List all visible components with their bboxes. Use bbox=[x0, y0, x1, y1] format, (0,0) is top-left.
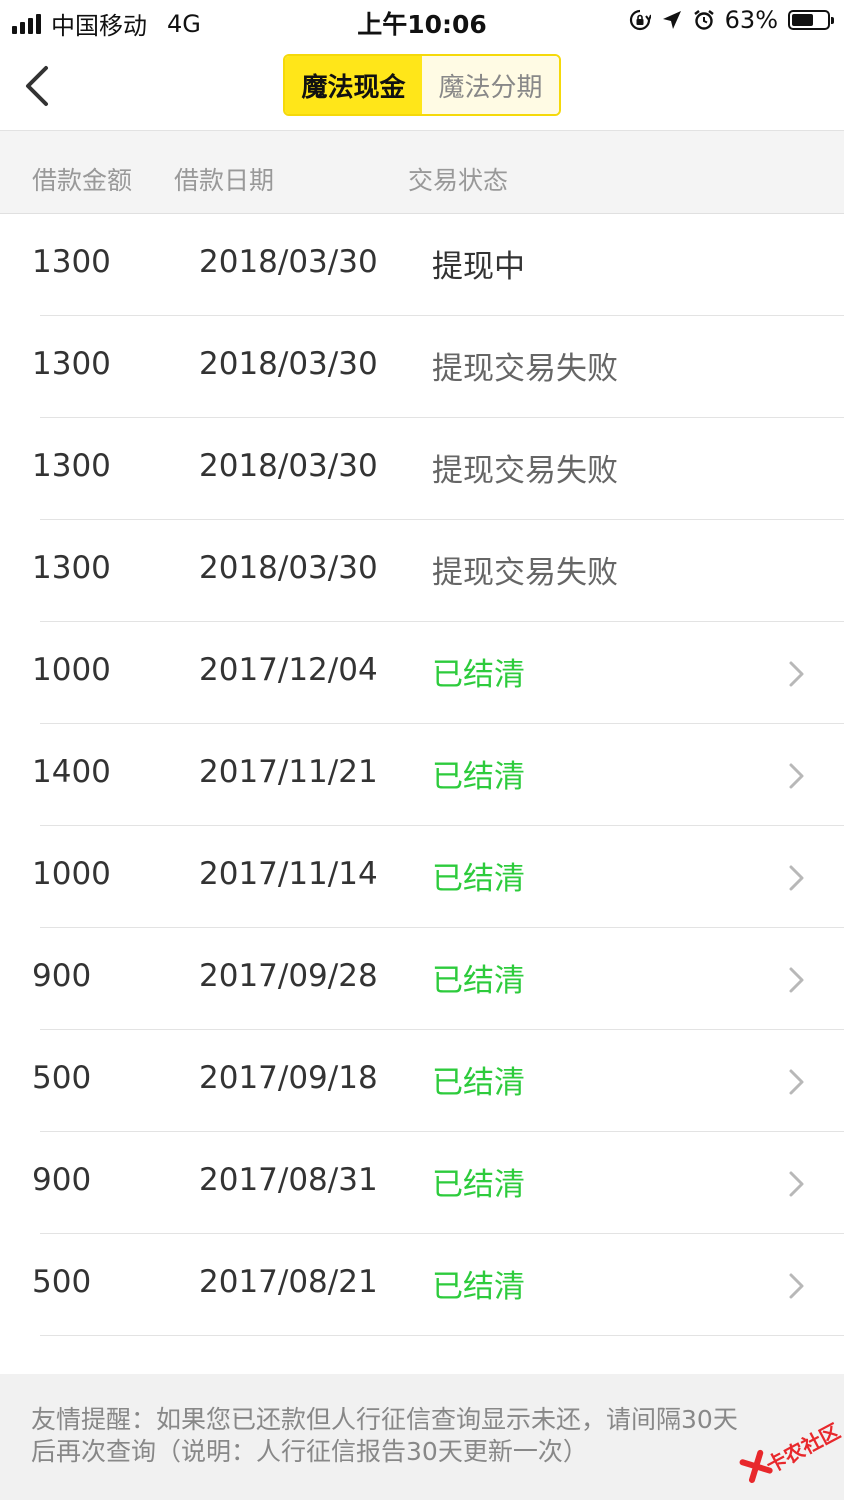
header-loan-date: 借款日期 bbox=[174, 166, 275, 195]
chevron-right-icon[interactable] bbox=[788, 966, 806, 994]
notice-line-1: 友情提醒：如果您已还款但人行征信查询显示未还，请间隔30天 bbox=[31, 1405, 738, 1434]
header-transaction-status: 交易状态 bbox=[408, 166, 509, 195]
row-status: 已结清 bbox=[432, 963, 525, 999]
row-amount: 1300 bbox=[32, 346, 111, 382]
row-status: 提现交易失败 bbox=[432, 555, 618, 591]
row-date: 2018/03/30 bbox=[199, 244, 378, 280]
row-amount: 1000 bbox=[32, 856, 111, 892]
table-row[interactable]: 500 2017/09/18 已结清 bbox=[0, 1030, 844, 1132]
row-date: 2017/09/18 bbox=[199, 1060, 378, 1096]
table-row[interactable]: 1000 2017/12/04 已结清 bbox=[0, 622, 844, 724]
chevron-right-icon[interactable] bbox=[788, 762, 806, 790]
row-date: 2017/11/21 bbox=[199, 754, 378, 790]
row-date: 2017/11/14 bbox=[199, 856, 378, 892]
row-amount: 1000 bbox=[32, 652, 111, 688]
alarm-icon bbox=[693, 10, 714, 30]
row-status: 提现交易失败 bbox=[432, 351, 618, 387]
chevron-right-icon[interactable] bbox=[788, 1068, 806, 1096]
row-status: 已结清 bbox=[432, 1269, 525, 1305]
row-date: 2017/08/31 bbox=[199, 1162, 378, 1198]
table-header: 借款金额 借款日期 交易状态 bbox=[0, 131, 844, 214]
row-date: 2018/03/30 bbox=[199, 346, 378, 382]
chevron-right-icon[interactable] bbox=[788, 660, 806, 688]
table-row: 1300 2018/03/30 提现交易失败 bbox=[0, 316, 844, 418]
row-amount: 1300 bbox=[32, 448, 111, 484]
battery-cap bbox=[831, 17, 834, 24]
status-right: 63% bbox=[629, 6, 834, 34]
table-row[interactable]: 500 2017/08/21 已结清 bbox=[0, 1234, 844, 1336]
table-row[interactable]: 900 2017/09/28 已结清 bbox=[0, 928, 844, 1030]
loan-list: 1300 2018/03/30 提现中 1300 2018/03/30 提现交易失败 130… bbox=[0, 214, 844, 1336]
row-status: 提现中 bbox=[432, 249, 525, 285]
row-status: 已结清 bbox=[432, 1065, 525, 1101]
row-status: 已结清 bbox=[432, 657, 525, 693]
row-status: 提现交易失败 bbox=[432, 453, 618, 489]
battery-percent: 63% bbox=[724, 6, 778, 34]
chevron-right-icon[interactable] bbox=[788, 1170, 806, 1198]
row-date: 2017/09/28 bbox=[199, 958, 378, 994]
tab-magic-cash[interactable]: 魔法现金 bbox=[285, 56, 422, 114]
table-row: 1300 2018/03/30 提现交易失败 bbox=[0, 418, 844, 520]
table-row: 1300 2018/03/30 提现交易失败 bbox=[0, 520, 844, 622]
row-amount: 1300 bbox=[32, 550, 111, 586]
table-row[interactable]: 1000 2017/11/14 已结清 bbox=[0, 826, 844, 928]
table-row[interactable]: 900 2017/08/31 已结清 bbox=[0, 1132, 844, 1234]
row-status: 已结清 bbox=[432, 861, 525, 897]
row-date: 2017/12/04 bbox=[199, 652, 378, 688]
row-date: 2017/08/21 bbox=[199, 1264, 378, 1300]
row-amount: 500 bbox=[32, 1060, 92, 1096]
nav-bar: 魔法现金 魔法分期 bbox=[0, 42, 844, 131]
header-loan-amount: 借款金额 bbox=[32, 166, 133, 195]
segmented-control: 魔法现金 魔法分期 bbox=[283, 54, 561, 116]
back-chevron-icon[interactable] bbox=[18, 62, 58, 110]
row-amount: 900 bbox=[32, 1162, 92, 1198]
table-row: 1300 2018/03/30 提现中 bbox=[0, 214, 844, 316]
battery-icon bbox=[788, 10, 834, 30]
row-date: 2018/03/30 bbox=[199, 550, 378, 586]
table-row[interactable]: 1400 2017/11/21 已结清 bbox=[0, 724, 844, 826]
row-amount: 1300 bbox=[32, 244, 111, 280]
notice-line-2: 后再次查询（说明：人行征信报告30天更新一次） bbox=[31, 1437, 588, 1466]
row-amount: 900 bbox=[32, 958, 92, 994]
battery-fill bbox=[792, 14, 814, 26]
reminder-notice: 友情提醒：如果您已还款但人行征信查询显示未还，请间隔30天 后再次查询（说明：人… bbox=[0, 1374, 844, 1500]
chevron-right-icon[interactable] bbox=[788, 1272, 806, 1300]
rotation-lock-icon bbox=[629, 9, 651, 31]
location-arrow-icon bbox=[662, 11, 681, 29]
tab-magic-installment[interactable]: 魔法分期 bbox=[422, 56, 559, 114]
chevron-right-icon[interactable] bbox=[788, 864, 806, 892]
row-amount: 1400 bbox=[32, 754, 111, 790]
status-bar: 中国移动 4G 上午10:06 63% bbox=[0, 0, 844, 42]
row-amount: 500 bbox=[32, 1264, 92, 1300]
row-status: 已结清 bbox=[432, 1167, 525, 1203]
row-status: 已结清 bbox=[432, 759, 525, 795]
row-date: 2018/03/30 bbox=[199, 448, 378, 484]
